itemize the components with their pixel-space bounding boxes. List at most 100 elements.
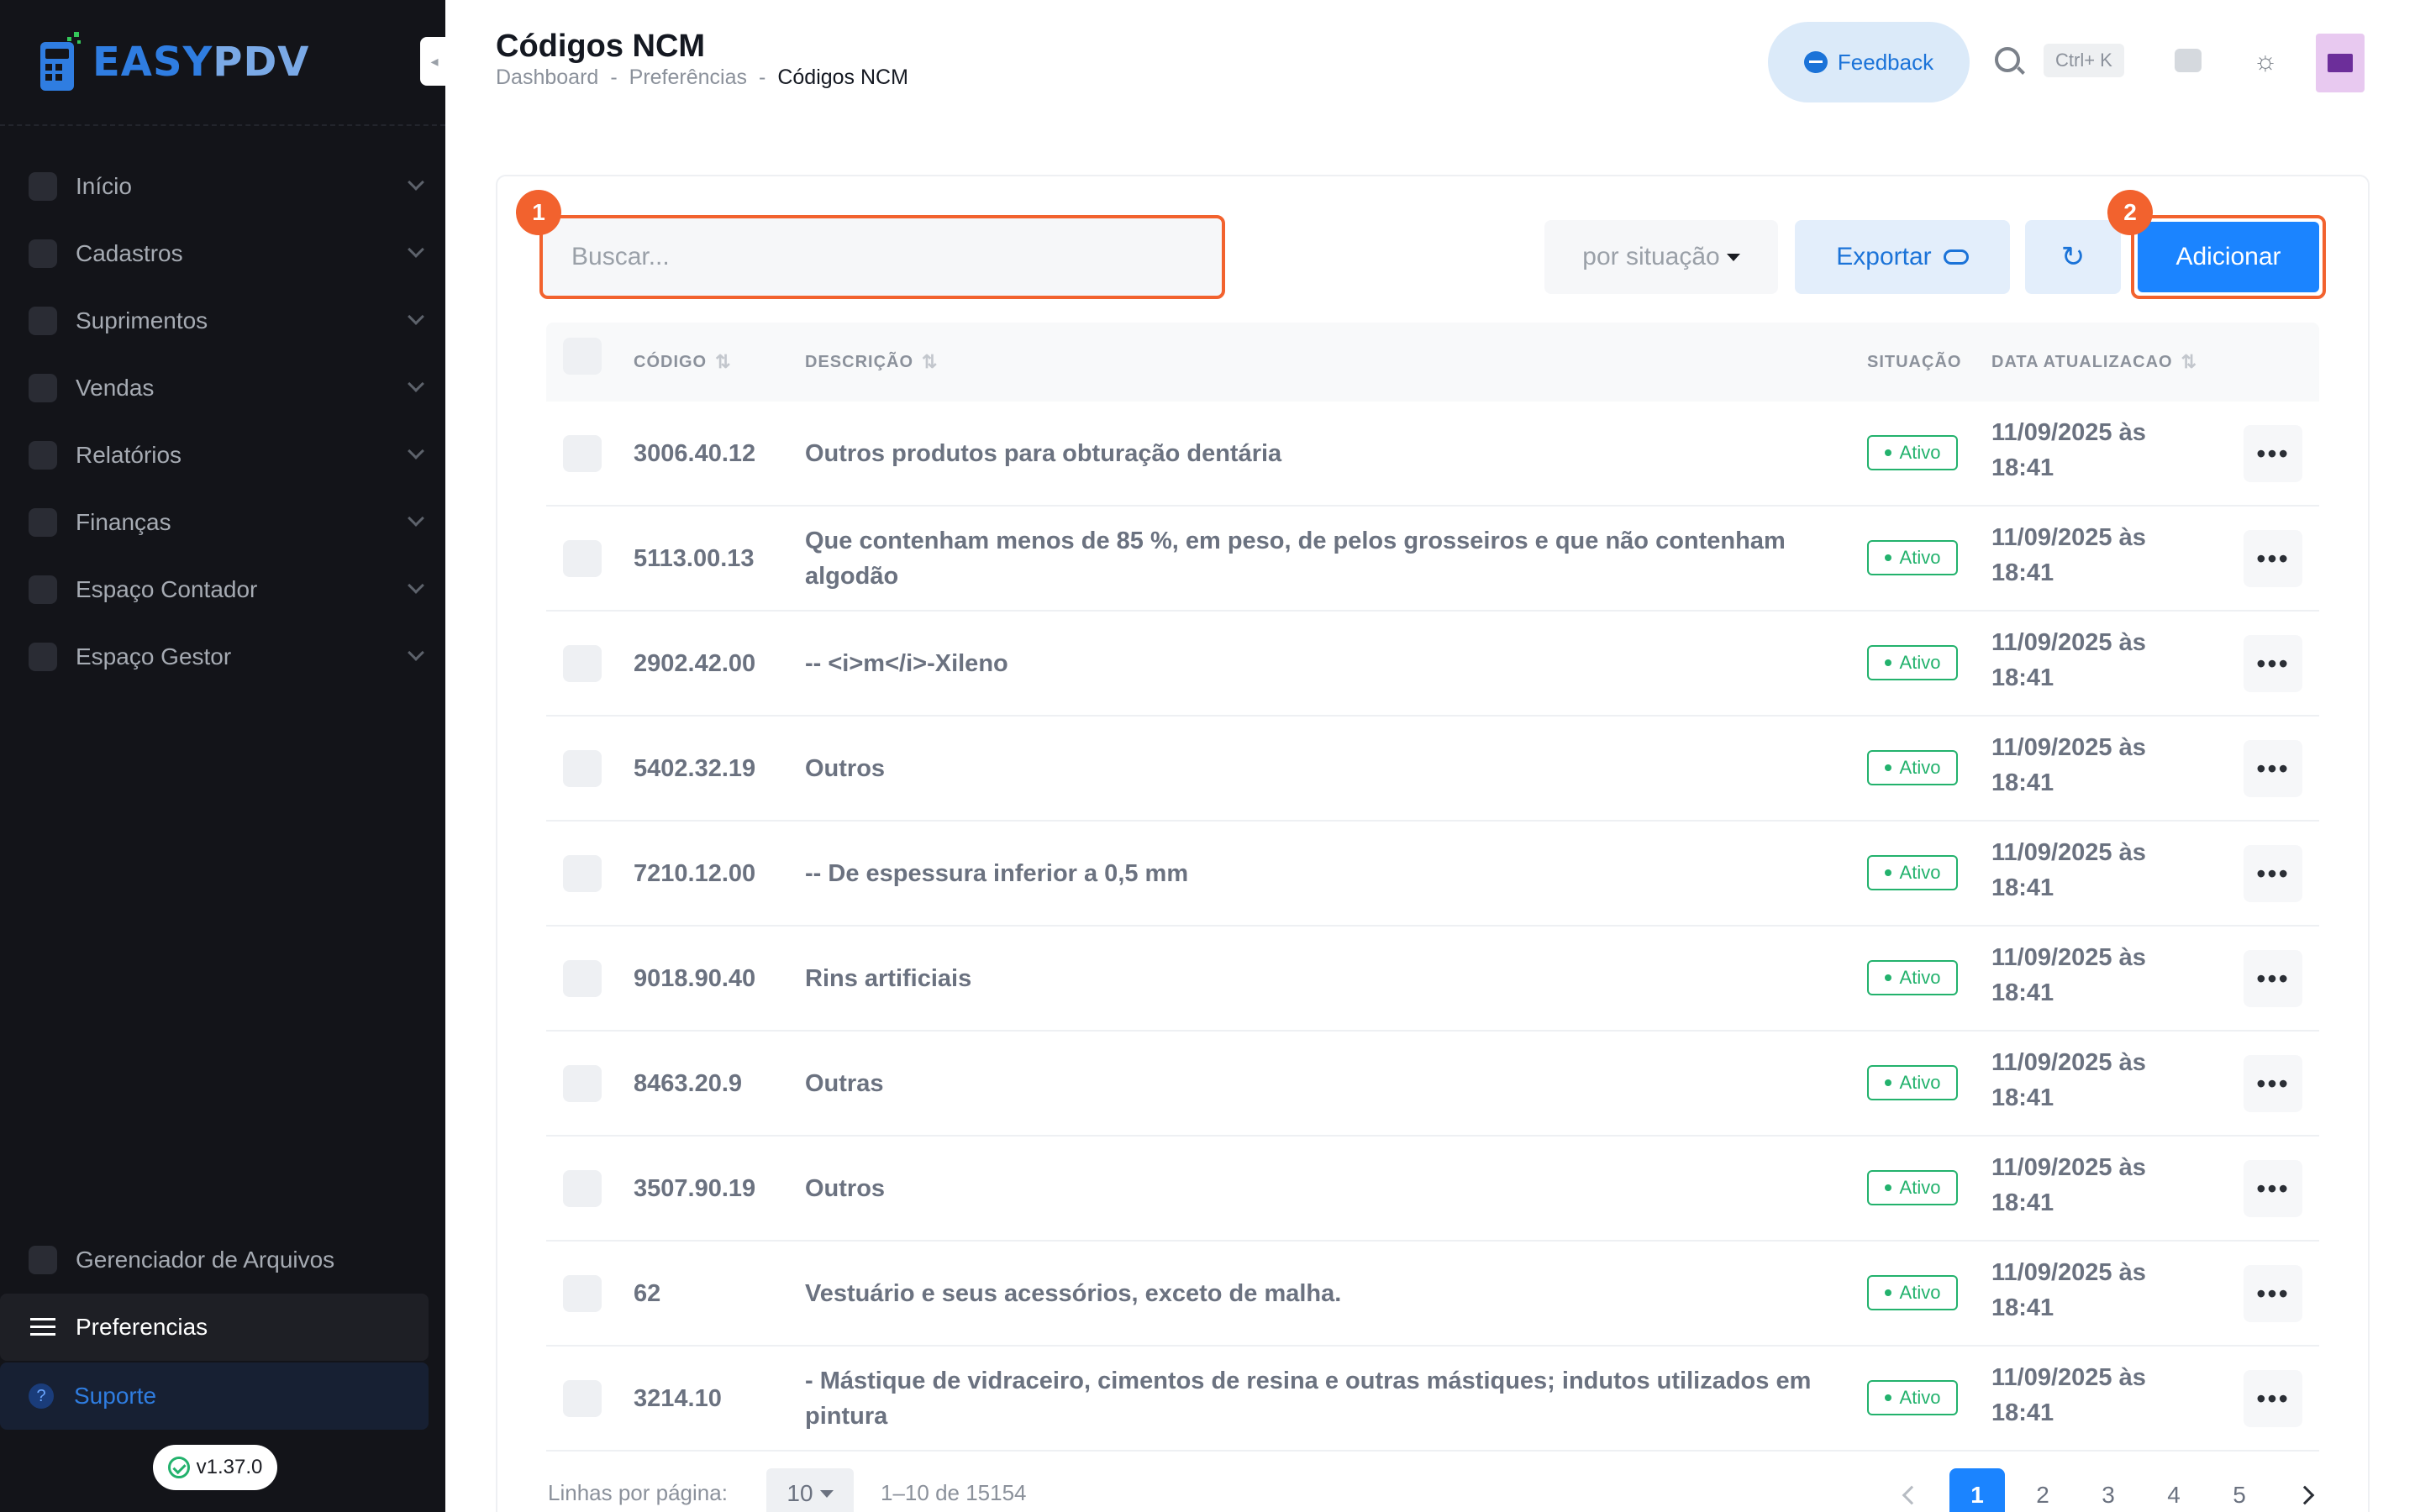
avatar[interactable] [2316, 34, 2365, 92]
row-actions-button[interactable]: ••• [2244, 950, 2302, 1007]
row-checkbox[interactable] [563, 540, 602, 577]
status-badge: Ativo [1867, 1065, 1958, 1100]
table-row[interactable]: 3507.90.19 Outros Ativo 11/09/2025 às 18:41 •… [546, 1137, 2319, 1242]
sidebar-item-suprimentos[interactable]: Suprimentos [0, 287, 445, 354]
updated-date-text: 11/09/2025 às [1991, 419, 2146, 446]
breadcrumb-preferences[interactable]: Preferências [629, 66, 747, 90]
sidebar-item-cadastros[interactable]: Cadastros [0, 220, 445, 287]
column-header-description[interactable]: DESCRIÇÃO ⇅ [805, 323, 938, 402]
breadcrumb: Dashboard - Preferências - Códigos NCM [496, 66, 908, 90]
prev-page-button[interactable] [1884, 1468, 1939, 1512]
page-button-3[interactable]: 3 [2081, 1468, 2136, 1512]
cloud-upload-icon [1943, 249, 1969, 265]
ncm-description: Outras [805, 1069, 884, 1097]
breadcrumb-dashboard[interactable]: Dashboard [496, 66, 598, 90]
page-button-5[interactable]: 5 [2212, 1468, 2267, 1512]
row-checkbox[interactable] [563, 960, 602, 997]
table-row[interactable]: 3214.10 - Mástique de vidraceiro, cimento… [546, 1347, 2319, 1452]
table-row[interactable]: 3006.40.12 Outros produtos para obturação… [546, 402, 2319, 507]
updated-date-text: 11/09/2025 às [1991, 1049, 2146, 1076]
search-icon[interactable] [1995, 47, 2020, 72]
column-header-code[interactable]: CÓDIGO ⇅ [634, 323, 732, 402]
row-checkbox[interactable] [563, 435, 602, 472]
row-actions-button[interactable]: ••• [2244, 530, 2302, 587]
row-actions-button[interactable]: ••• [2244, 425, 2302, 482]
table-row[interactable]: 9018.90.40 Rins artificiais Ativo 11/09/202… [546, 927, 2319, 1032]
sun-icon[interactable]: ☼ [2252, 47, 2279, 74]
ncm-code: 3507.90.19 [634, 1174, 756, 1202]
updated-date-text: 11/09/2025 às [1991, 524, 2146, 551]
select-all-checkbox[interactable] [563, 338, 602, 375]
step-badge-1: 1 [516, 190, 561, 235]
status-badge: Ativo [1867, 645, 1958, 680]
ncm-description: Vestuário e seus acessórios, exceto de m… [805, 1279, 1342, 1307]
export-button[interactable]: Exportar [1795, 220, 2010, 294]
table-row[interactable]: 5113.00.13 Que contenham menos de 85 %, e… [546, 507, 2319, 612]
table-row[interactable]: 7210.12.00 -- De espessura inferior a 0,5… [546, 822, 2319, 927]
logo[interactable]: EASYPDV [37, 29, 309, 96]
sidebar-item-financas[interactable]: Finanças [0, 489, 445, 556]
row-checkbox[interactable] [563, 1170, 602, 1207]
sliders-icon [29, 1313, 57, 1341]
row-actions-button[interactable]: ••• [2244, 1055, 2302, 1112]
row-checkbox[interactable] [563, 855, 602, 892]
column-header-label: DATA ATUALIZACAO [1991, 352, 2173, 371]
updated-date-text: 11/09/2025 às [1991, 1154, 2146, 1181]
rows-per-page-select[interactable]: 10 [766, 1468, 854, 1512]
row-actions-button[interactable]: ••• [2244, 845, 2302, 902]
row-actions-button[interactable]: ••• [2244, 635, 2302, 692]
status-dot-icon [1884, 1289, 1891, 1296]
more-horizontal-icon: ••• [2256, 1173, 2290, 1204]
chevron-left-icon: ◂ [430, 52, 439, 70]
table-row[interactable]: 2902.42.00 -- <i>m</i>-Xileno Ativo 11/09/2… [546, 612, 2319, 717]
updated-date-text: 11/09/2025 às [1991, 839, 2146, 866]
row-checkbox[interactable] [563, 645, 602, 682]
refresh-button[interactable]: ↻ [2025, 220, 2121, 294]
row-actions-button[interactable]: ••• [2244, 740, 2302, 797]
table-row[interactable]: 8463.20.9 Outras Ativo 11/09/2025 às 18:41 ••… [546, 1032, 2319, 1137]
feedback-button[interactable]: Feedback [1768, 22, 1970, 102]
sidebar-item-label: Vendas [76, 375, 155, 401]
status-dot-icon [1884, 974, 1891, 981]
column-header-updated[interactable]: DATA ATUALIZACAO ⇅ [1991, 323, 2197, 402]
updated-date: 11/09/2025 às 18:41 [1991, 1150, 2193, 1221]
ncm-description: Outros [805, 1174, 886, 1202]
row-checkbox[interactable] [563, 1275, 602, 1312]
sidebar-item-preferences[interactable]: Preferencias [0, 1294, 429, 1361]
status-dot-icon [1884, 1184, 1891, 1191]
next-page-button[interactable] [2277, 1468, 2333, 1512]
page-button-1[interactable]: 1 [1949, 1468, 2005, 1512]
dollar-icon [29, 508, 57, 537]
row-actions-button[interactable]: ••• [2244, 1265, 2302, 1322]
status-filter-dropdown[interactable]: por situação [1544, 220, 1778, 294]
sidebar-item-espaco-gestor[interactable]: Espaço Gestor [0, 623, 445, 690]
ncm-code: 62 [634, 1279, 661, 1307]
sidebar-item-support[interactable]: ? Suporte [0, 1362, 429, 1430]
rows-per-page-value: 10 [786, 1480, 813, 1506]
updated-date: 11/09/2025 às 18:41 [1991, 520, 2193, 591]
row-actions-button[interactable]: ••• [2244, 1160, 2302, 1217]
updated-date: 11/09/2025 às 18:41 [1991, 940, 2193, 1011]
box-icon [29, 307, 57, 335]
add-button[interactable]: Adicionar [2138, 222, 2319, 292]
messages-icon[interactable] [2175, 49, 2202, 72]
search-input[interactable]: Buscar... [539, 215, 1225, 299]
pos-terminal-icon [40, 32, 81, 91]
row-checkbox[interactable] [563, 1065, 602, 1102]
more-horizontal-icon: ••• [2256, 963, 2290, 994]
chart-icon [29, 441, 57, 470]
table-row[interactable]: 62 Vestuário e seus acessórios, exceto de… [546, 1242, 2319, 1347]
row-checkbox[interactable] [563, 1380, 602, 1417]
sidebar-item-inicio[interactable]: Início [0, 153, 445, 220]
row-checkbox[interactable] [563, 750, 602, 787]
sidebar-collapse-button[interactable]: ◂ [420, 37, 449, 86]
status-label: Ativo [1899, 652, 1941, 673]
sidebar-item-vendas[interactable]: Vendas [0, 354, 445, 422]
sidebar-item-espaco-contador[interactable]: Espaço Contador [0, 556, 445, 623]
page-button-4[interactable]: 4 [2146, 1468, 2202, 1512]
sidebar-item-relatorios[interactable]: Relatórios [0, 422, 445, 489]
sidebar-item-file-manager[interactable]: Gerenciador de Arquivos [0, 1226, 445, 1294]
table-row[interactable]: 5402.32.19 Outros Ativo 11/09/2025 às 18:41 •… [546, 717, 2319, 822]
page-button-2[interactable]: 2 [2015, 1468, 2070, 1512]
row-actions-button[interactable]: ••• [2244, 1370, 2302, 1427]
